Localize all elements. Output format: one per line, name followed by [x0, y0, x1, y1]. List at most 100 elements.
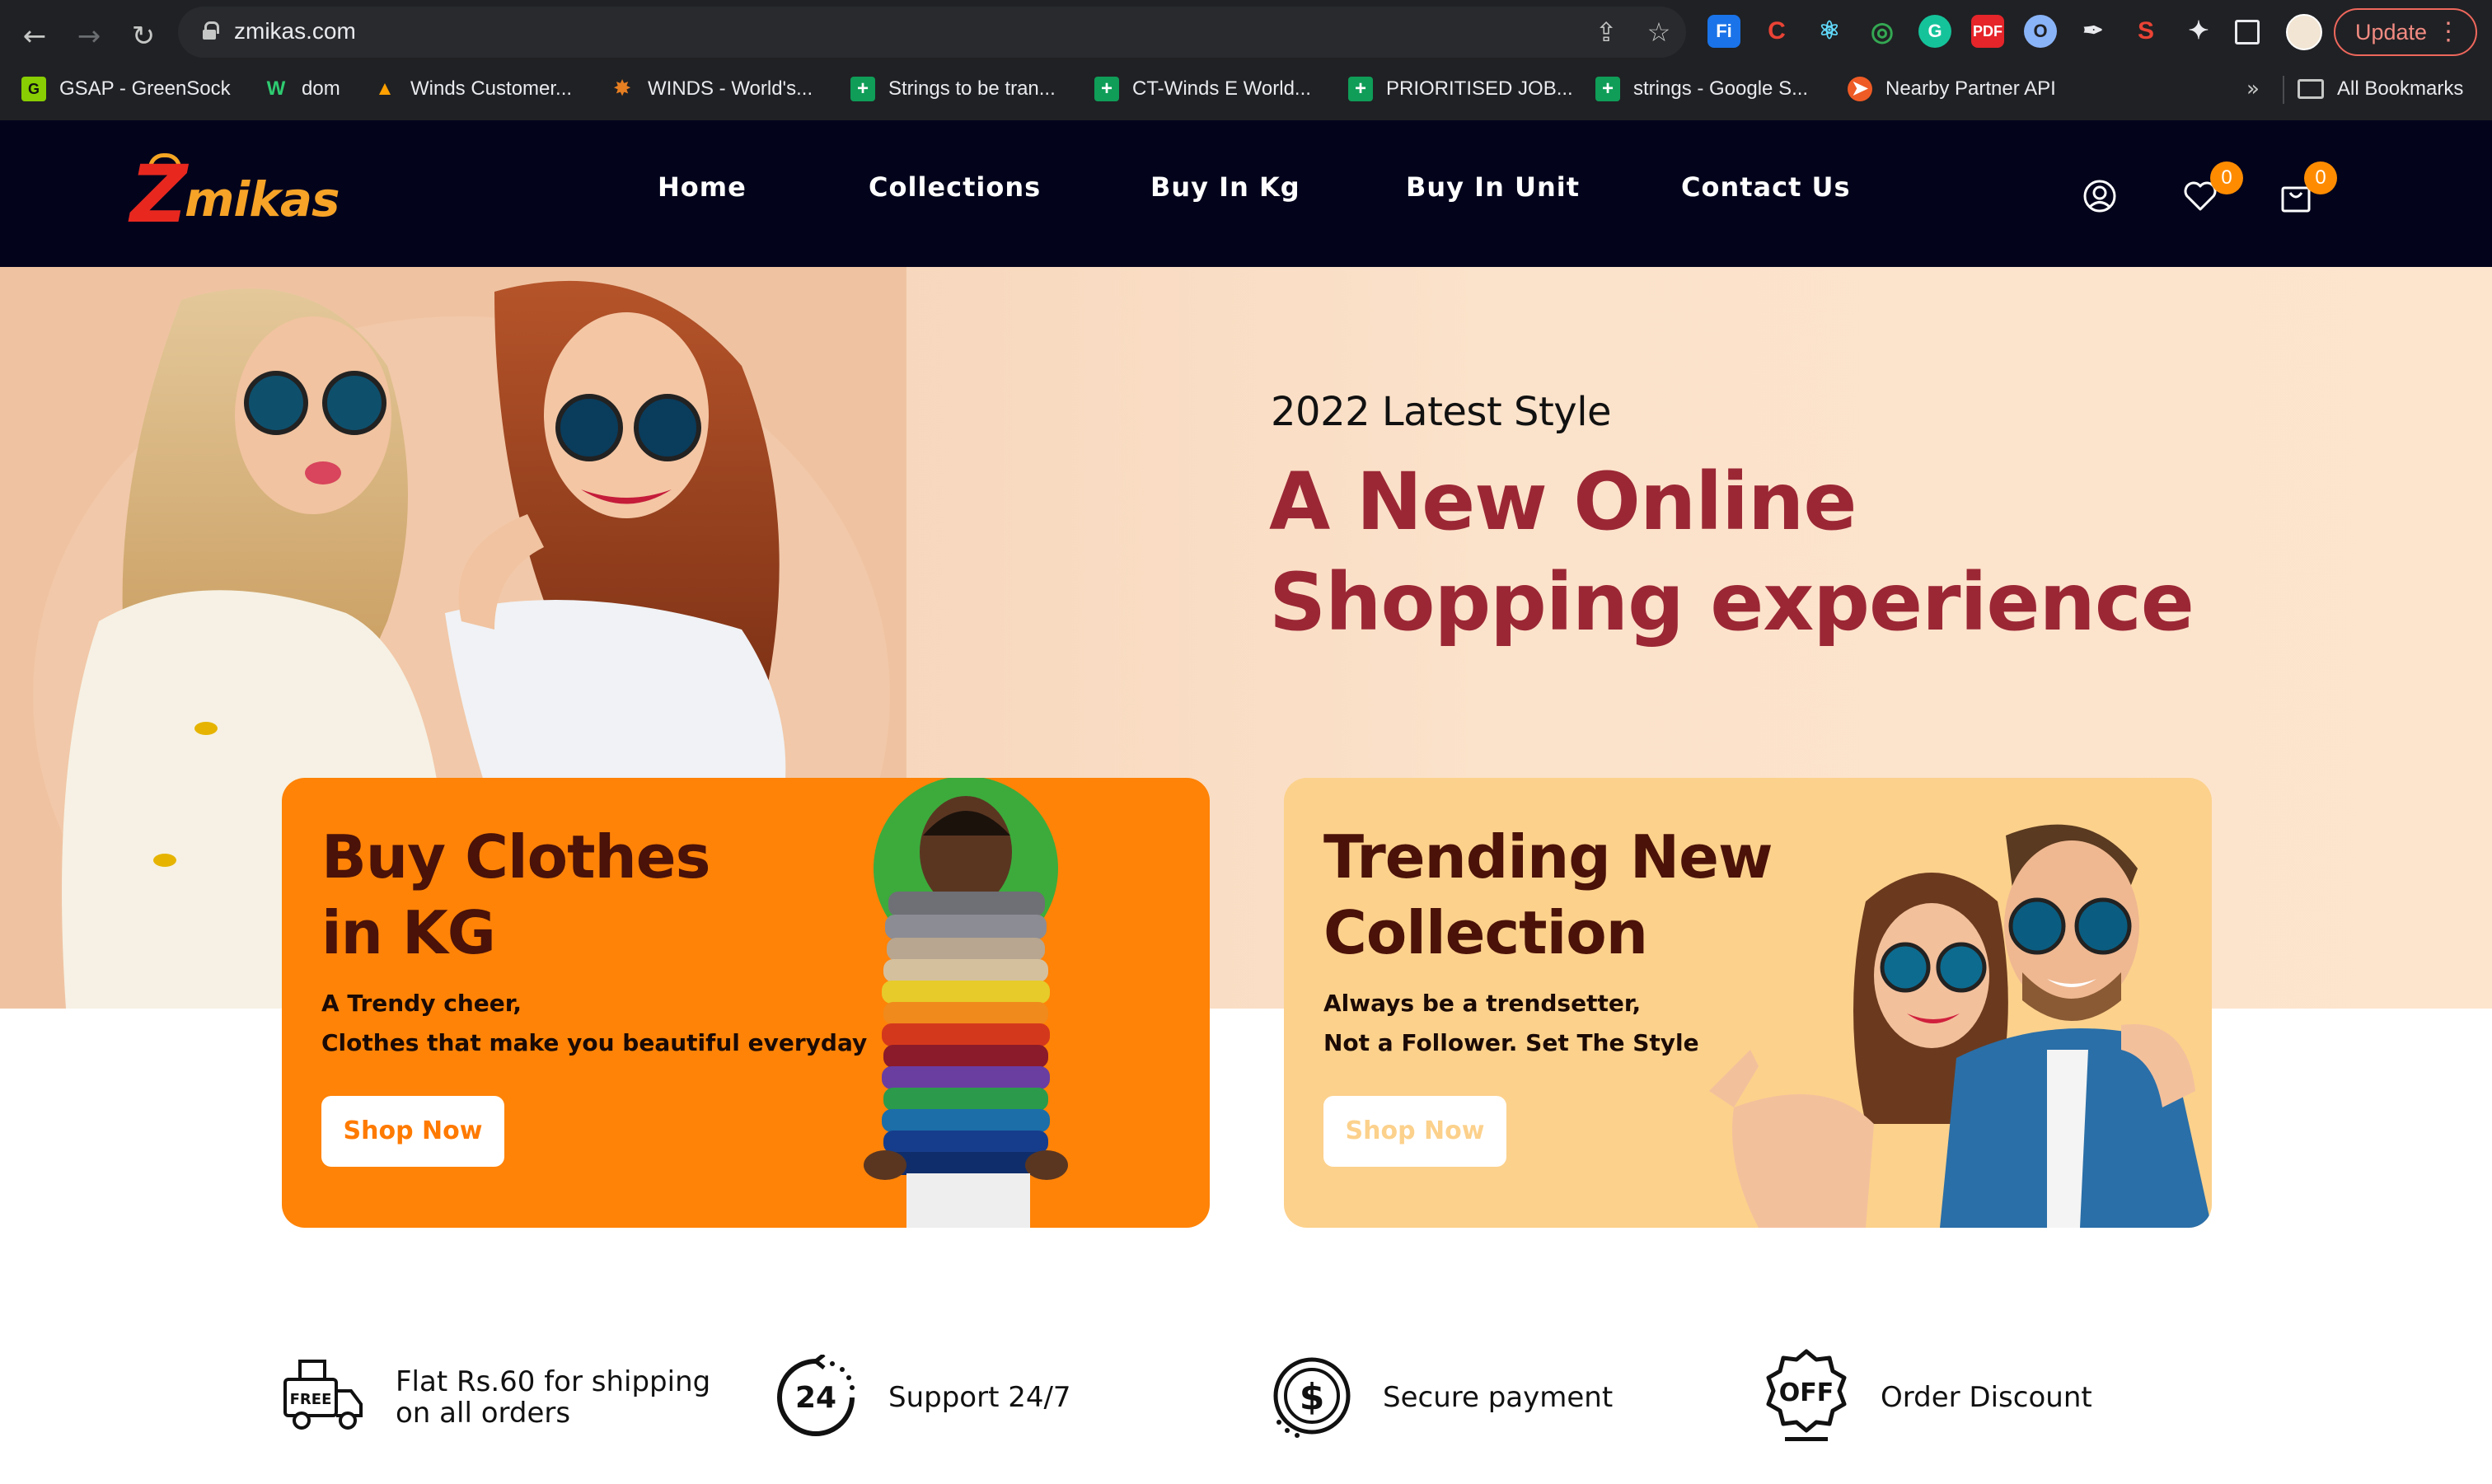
buy-in-kg-card[interactable]: Buy Clothes in KG A Trendy cheer, Clothe…	[282, 778, 1210, 1228]
bookmark-item[interactable]: W dom	[264, 69, 340, 109]
all-bookmarks-label: All Bookmarks	[2337, 77, 2464, 100]
support-24-label: 24	[795, 1381, 836, 1415]
clothes-stack-photo	[864, 778, 1068, 1228]
greensock-icon: G	[21, 77, 46, 101]
bookmark-label: CT-Winds E World...	[1132, 77, 1311, 100]
lock-icon[interactable]	[203, 21, 219, 40]
bookmark-label: PRIORITISED JOB...	[1386, 77, 1573, 100]
color-picker-icon[interactable]: ✒	[2077, 15, 2110, 48]
discount-off-badge-icon: OFF	[1766, 1349, 1847, 1441]
folder-icon	[2298, 79, 2324, 99]
bookmark-star-icon[interactable]: ☆	[1643, 16, 1675, 48]
feature-line: Flat Rs.60 for shipping	[396, 1365, 711, 1398]
card-title-line: in KG	[321, 898, 496, 967]
zmikas-logo[interactable]: Z mikas	[130, 152, 353, 234]
postman-icon: ➤	[1848, 77, 1872, 101]
bookmark-item[interactable]: ✸ WINDS - World's...	[610, 69, 813, 109]
bookmark-label: dom	[302, 77, 340, 100]
free-label: FREE	[290, 1391, 332, 1408]
nav-collections[interactable]: Collections	[869, 171, 1041, 203]
bookmark-item[interactable]: + Strings to be tran...	[850, 69, 1056, 109]
bookmark-label: Nearby Partner API	[1885, 77, 2056, 100]
nav-home[interactable]: Home	[658, 171, 747, 203]
feature-line: Order Discount	[1881, 1381, 2092, 1414]
seo-extension-icon[interactable]: S	[2129, 15, 2162, 48]
trending-collection-card[interactable]: Trending New Collection Always be a tren…	[1284, 778, 2212, 1228]
hero-subtitle: 2022 Latest Style	[1271, 389, 1612, 435]
wishlist-count-badge: 0	[2210, 162, 2243, 194]
free-delivery-truck-icon: FREE	[283, 1360, 363, 1430]
react-devtools-icon[interactable]: ⚛	[1813, 15, 1846, 48]
side-panel-icon[interactable]	[2235, 20, 2260, 44]
card-description-line: Not a Follower. Set The Style	[1323, 1029, 1699, 1056]
card-description: A Trendy cheer, Clothes that make you be…	[321, 984, 867, 1063]
google-sheets-icon: +	[1348, 77, 1373, 101]
nav-contact-us[interactable]: Contact Us	[1681, 171, 1851, 203]
cart-count-badge: 0	[2304, 162, 2337, 194]
all-bookmarks-button[interactable]: All Bookmarks	[2298, 69, 2463, 109]
user-account-icon[interactable]	[2082, 178, 2118, 214]
nav-buy-in-unit[interactable]: Buy In Unit	[1406, 171, 1580, 203]
forward-arrow-icon[interactable]: →	[69, 16, 109, 56]
shop-now-button[interactable]: Shop Now	[321, 1096, 504, 1167]
card-description-line: A Trendy cheer,	[321, 990, 522, 1017]
card-description-line: Always be a trendsetter,	[1323, 990, 1642, 1017]
dollar-sign: $	[1300, 1376, 1325, 1418]
menu-dots-icon[interactable]: ⋮	[2436, 10, 2461, 54]
c-extension-icon[interactable]: C	[1760, 15, 1793, 48]
back-arrow-icon[interactable]: ←	[15, 16, 54, 56]
bookmark-item[interactable]: + PRIORITISED JOB...	[1348, 69, 1573, 109]
w-logo-icon: W	[266, 77, 286, 100]
url-text[interactable]: zmikas.com	[234, 18, 356, 44]
reload-icon[interactable]: ↻	[124, 16, 163, 56]
secure-payment-dollar-icon: $	[1273, 1357, 1351, 1438]
fi-extension-icon[interactable]: Fi	[1707, 15, 1740, 48]
card-title-line: Buy Clothes	[321, 822, 710, 892]
grammarly-icon[interactable]: G	[1918, 15, 1951, 48]
address-bar[interactable]: zmikas.com ⇪ ☆	[178, 7, 1686, 58]
bookmark-item[interactable]: G GSAP - GreenSock	[21, 69, 231, 109]
feature-shipping: FREE Flat Rs.60 for shipping on all orde…	[280, 1348, 710, 1447]
logo-initial: Z	[130, 148, 188, 241]
target-extension-icon[interactable]: ◎	[1866, 15, 1899, 48]
card-description-line: Clothes that make you beautiful everyday	[321, 1029, 868, 1056]
logo-wordmark: mikas	[185, 171, 340, 227]
more-bookmarks-chevron-icon[interactable]: »	[2246, 69, 2260, 109]
share-icon[interactable]: ⇪	[1590, 16, 1622, 48]
update-label: Update	[2355, 20, 2428, 44]
bookmarks-divider	[2283, 76, 2284, 104]
profile-avatar[interactable]	[2286, 14, 2322, 50]
shop-now-button[interactable]: Shop Now	[1323, 1096, 1506, 1167]
circle-extension-icon[interactable]: O	[2024, 15, 2057, 48]
winds-icon: ✸	[613, 77, 631, 100]
bookmark-label: Strings to be tran...	[888, 77, 1056, 100]
extensions-puzzle-icon[interactable]: ✦	[2182, 15, 2215, 48]
bookmark-label: WINDS - World's...	[648, 77, 813, 100]
bookmark-item[interactable]: + CT-Winds E World...	[1094, 69, 1311, 109]
update-button[interactable]: Update ⋮	[2334, 8, 2477, 56]
feature-order-discount: OFF Order Discount	[1762, 1348, 2092, 1447]
hero-title: A New Online Shopping experience	[1269, 456, 2195, 648]
bookmark-item[interactable]: ▲ Winds Customer...	[372, 69, 572, 109]
feature-label: Flat Rs.60 for shipping on all orders	[396, 1366, 710, 1429]
card-title: Buy Clothes in KG	[321, 819, 710, 971]
google-sheets-icon: +	[1595, 77, 1620, 101]
feature-label: Support 24/7	[888, 1382, 1071, 1413]
couple-photo	[1709, 824, 2212, 1228]
feature-line: Secure payment	[1383, 1381, 1614, 1414]
nav-buy-in-kg[interactable]: Buy In Kg	[1150, 171, 1300, 203]
flame-icon: ▲	[375, 77, 395, 100]
bookmark-label: GSAP - GreenSock	[59, 77, 231, 100]
card-description: Always be a trendsetter, Not a Follower.…	[1323, 984, 1699, 1063]
bookmark-item[interactable]: ➤ Nearby Partner API	[1848, 69, 2056, 109]
site-header: Z mikas Home Collections Buy In Kg Buy I…	[0, 120, 2492, 267]
feature-secure-payment: $ Secure payment	[1267, 1348, 1613, 1447]
browser-chrome: ← → ↻ zmikas.com ⇪ ☆ Fi C ⚛ ◎ G PDF O ✒ …	[0, 0, 2492, 120]
bookmark-item[interactable]: + strings - Google S...	[1595, 69, 1808, 109]
feature-line: on all orders	[396, 1397, 571, 1430]
feature-support: 24 Support 24/7	[773, 1348, 1071, 1447]
pdf-extension-icon[interactable]: PDF	[1971, 15, 2004, 48]
google-sheets-icon: +	[1094, 77, 1119, 101]
bookmark-label: Winds Customer...	[410, 77, 573, 100]
google-sheets-icon: +	[850, 77, 875, 101]
